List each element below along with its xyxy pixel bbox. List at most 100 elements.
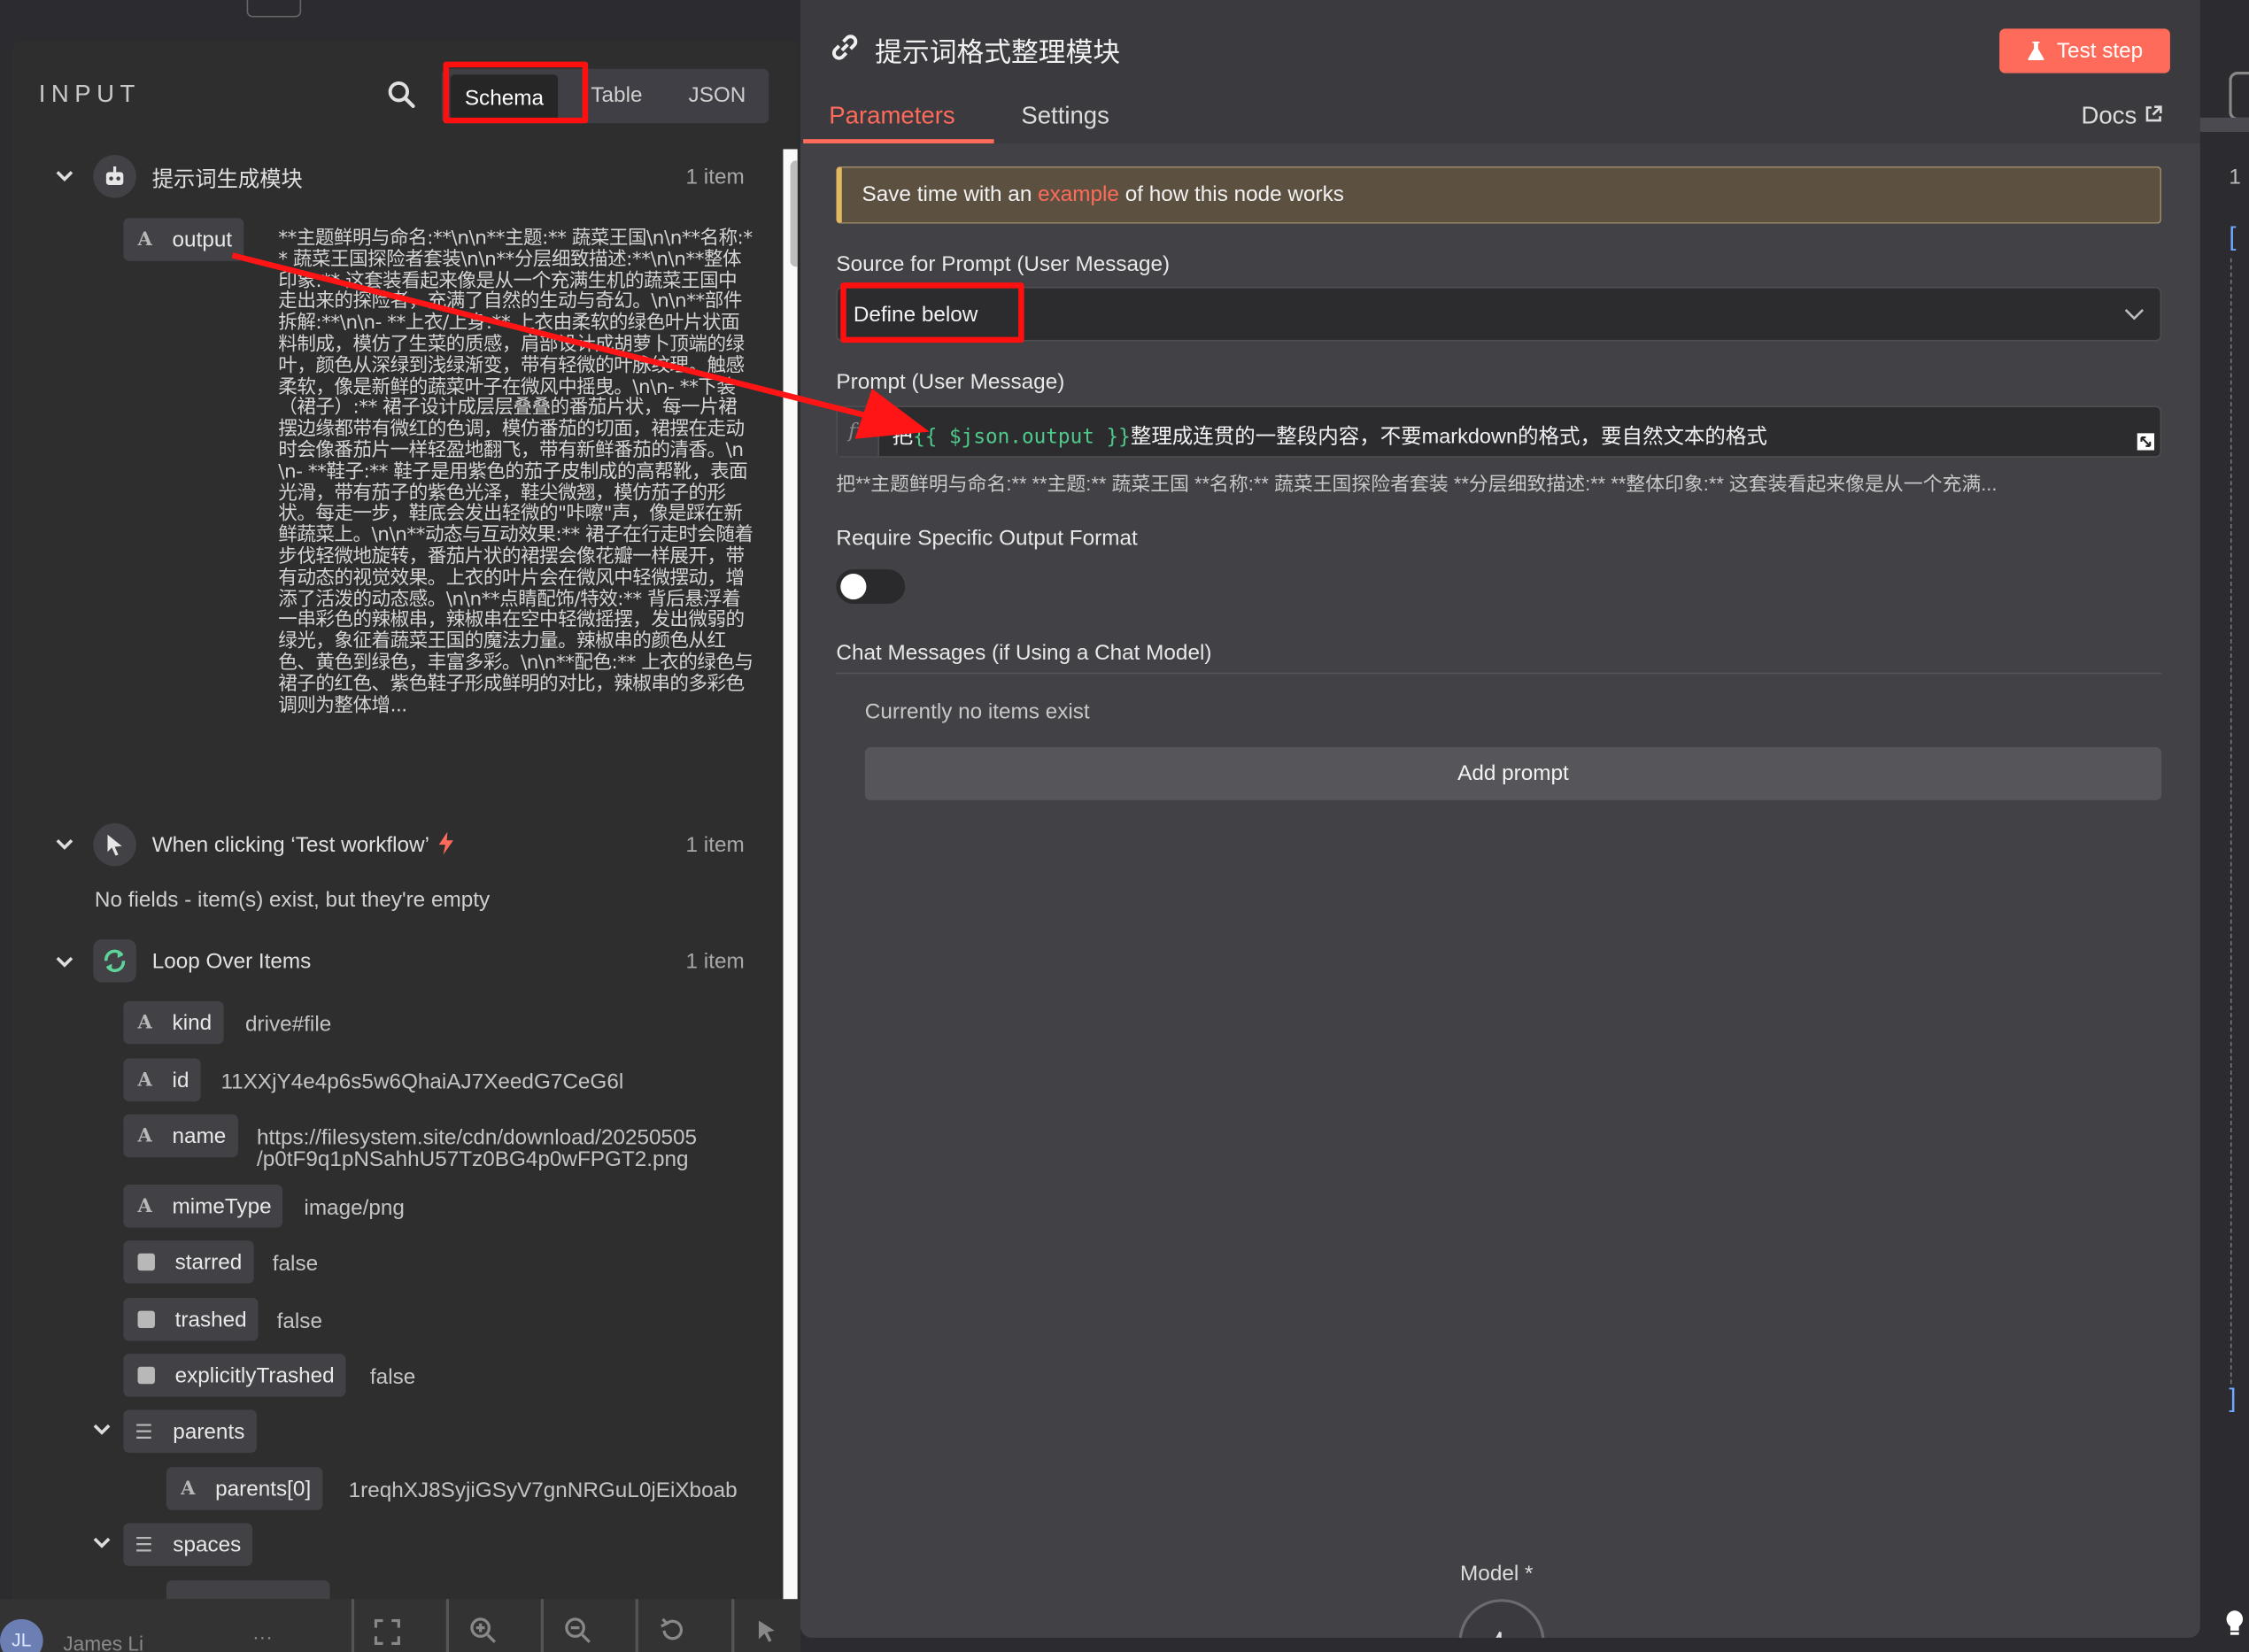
output-format-label: Require Specific Output Format: [836, 526, 1138, 552]
field-pill-spaces[interactable]: ☰ spaces: [123, 1523, 253, 1566]
scrollbar-thumb[interactable]: [790, 160, 798, 267]
lightning-icon: [439, 831, 454, 855]
prompt-expression-input[interactable]: fx 把{{ $json.output }}整理成连贯的一整段内容，不要mark…: [836, 405, 2162, 458]
prompt-label: Prompt (User Message): [836, 369, 1065, 395]
output-tab-handle[interactable]: [2229, 71, 2249, 121]
banner-text: of how this node works: [1118, 181, 1344, 207]
mode-table[interactable]: Table: [591, 83, 642, 108]
canvas-bottom-toolbar: JL James Li ···: [0, 1599, 800, 1652]
json-guide-line: [2230, 258, 2232, 1385]
zoom-out-icon[interactable]: [564, 1617, 592, 1645]
field-pill-trashed[interactable]: trashed: [123, 1298, 259, 1341]
field-value: false: [276, 1308, 322, 1334]
add-prompt-button[interactable]: Add prompt: [864, 746, 2162, 800]
field-value-line: https://filesystem.site/cdn/download/202…: [256, 1125, 698, 1151]
field-pill-id[interactable]: Aid: [123, 1058, 201, 1102]
external-link-icon: [2145, 105, 2162, 122]
prompt-result-preview: 把**主题鲜明与命名:** **主题:** 蔬菜王国 **名称:** 蔬菜王国探…: [836, 473, 1998, 495]
example-link[interactable]: example: [1038, 182, 1119, 207]
checkbox-icon: [137, 1366, 155, 1385]
field-pill-name[interactable]: Aname: [123, 1114, 238, 1158]
search-icon[interactable]: [387, 81, 415, 109]
input-scrollbar[interactable]: [783, 149, 798, 1604]
node-name-trigger[interactable]: When clicking ‘Test workflow’: [151, 831, 455, 858]
output-format-toggle[interactable]: [836, 569, 906, 604]
toolbar-divider: [731, 1599, 735, 1652]
node-name-loop[interactable]: Loop Over Items: [152, 949, 312, 974]
list-icon: ☰: [135, 1532, 153, 1556]
schema-highlight-box: [443, 61, 589, 124]
chevron-down-icon: [2124, 308, 2145, 320]
mode-json[interactable]: JSON: [689, 83, 746, 108]
avatar[interactable]: JL: [0, 1618, 43, 1652]
tab-settings[interactable]: Settings: [1021, 102, 1109, 130]
node-item-count: 1 item: [685, 165, 745, 189]
test-step-label: Test step: [2056, 38, 2144, 64]
field-pill-kind[interactable]: Akind: [123, 1000, 224, 1045]
node-title[interactable]: 提示词格式整理模块: [875, 32, 1120, 71]
field-value: drive#file: [245, 1012, 332, 1038]
expr-suffix: 整理成连贯的一整段内容，不要markdown的格式，要自然文本的格式: [1130, 426, 1767, 450]
field-pill-starred[interactable]: starred: [123, 1240, 254, 1284]
docs-link[interactable]: Docs: [2081, 102, 2162, 130]
panel-header: [800, 0, 2200, 143]
input-panel-title: INPUT: [38, 80, 141, 108]
prompt-expression: 把{{ $json.output }}整理成连贯的一整段内容，不要markdow…: [893, 421, 1767, 451]
field-pill-output[interactable]: Aoutput: [123, 218, 244, 261]
source-label: Source for Prompt (User Message): [836, 252, 1171, 277]
chevron-down-icon[interactable]: [55, 953, 75, 973]
field-pill-explicitly-trashed[interactable]: explicitlyTrashed: [123, 1354, 346, 1397]
field-pill-parents[interactable]: ☰ parents: [123, 1409, 257, 1453]
field-value: false: [272, 1252, 319, 1277]
list-icon: ☰: [135, 1418, 153, 1442]
output-header-strip: [2199, 117, 2249, 133]
string-type-icon: A: [137, 228, 152, 251]
output-count-glyph: 1: [2229, 165, 2241, 189]
source-select[interactable]: Define below: [836, 286, 2162, 342]
fit-view-icon[interactable]: [374, 1618, 400, 1646]
string-type-icon: A: [137, 1195, 152, 1217]
field-key: kind: [172, 1010, 213, 1035]
json-bracket-close: ]: [2229, 1384, 2237, 1413]
field-key: id: [172, 1068, 189, 1092]
loop-icon: [93, 939, 136, 983]
section-divider: [836, 672, 2162, 675]
example-banner: Save time with an example of how this no…: [836, 166, 2162, 224]
field-key: explicitlyTrashed: [174, 1363, 335, 1388]
node-item-count: 1 item: [685, 949, 745, 974]
canvas-top-button[interactable]: [246, 0, 302, 18]
link-icon: [832, 35, 858, 60]
model-connector[interactable]: [1458, 1599, 1545, 1638]
chevron-down-icon[interactable]: [55, 835, 75, 855]
field-pill-parents-0[interactable]: Aparents[0]: [166, 1467, 323, 1510]
robot-icon: [93, 154, 136, 198]
field-key: mimeType: [172, 1193, 272, 1219]
lightbulb-icon[interactable]: [2224, 1610, 2245, 1638]
field-key: starred: [174, 1249, 243, 1275]
test-step-button[interactable]: Test step: [1999, 28, 2170, 73]
output-panel-edge: 1 [ ]: [2199, 0, 2249, 1652]
field-key: output: [172, 227, 233, 252]
reset-zoom-icon[interactable]: [659, 1617, 687, 1645]
tab-parameters[interactable]: Parameters: [829, 102, 954, 130]
expand-icon[interactable]: [2137, 433, 2155, 451]
model-label: Model *: [1460, 1562, 1534, 1586]
node-name-text: When clicking ‘Test workflow’: [151, 833, 429, 858]
field-value: image/png: [304, 1195, 405, 1221]
node-name-prompt-gen[interactable]: 提示词生成模块: [152, 164, 303, 194]
field-pill-mimetype[interactable]: AmimeType: [123, 1185, 283, 1228]
field-value-line: /p0tF9q1pNSahhU57Tz0BG4p0wFPGT2.png: [256, 1146, 689, 1172]
toggle-knob: [840, 573, 867, 600]
chevron-down-icon[interactable]: [92, 1533, 112, 1554]
field-key: spaces: [173, 1532, 242, 1557]
chevron-down-icon[interactable]: [92, 1420, 112, 1440]
docs-label: Docs: [2081, 102, 2137, 129]
field-key: trashed: [174, 1307, 247, 1332]
chevron-down-icon[interactable]: [55, 166, 75, 187]
more-icon[interactable]: ···: [252, 1625, 273, 1648]
toolbar-divider: [635, 1599, 638, 1652]
zoom-in-icon[interactable]: [469, 1617, 498, 1645]
app-root: INPUT Schema Table JSON 提示词生成模块 1 item A…: [0, 0, 2249, 1652]
tidy-up-icon[interactable]: [754, 1617, 783, 1645]
checkbox-icon: [137, 1253, 155, 1271]
